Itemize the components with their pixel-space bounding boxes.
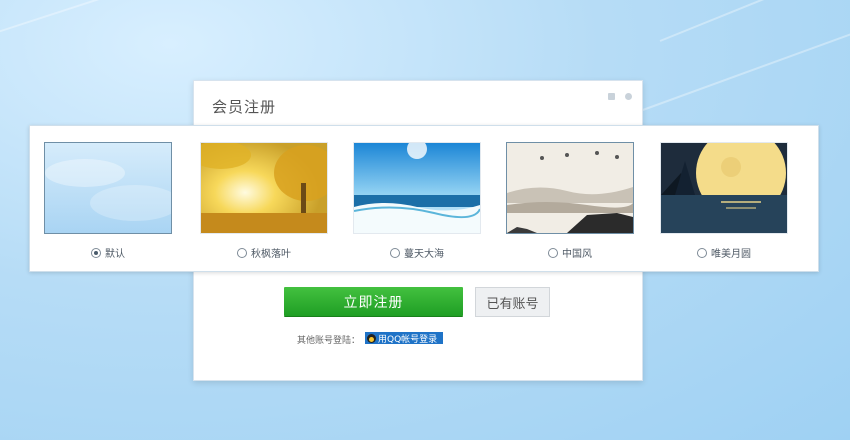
dialog-corner-icons [608,93,632,100]
qq-penguin-icon [367,333,376,343]
skin-thumbnail[interactable] [44,142,172,234]
skin-thumbnail[interactable] [353,142,481,234]
background-streak [0,0,218,42]
background-streak [659,0,828,42]
gear-icon[interactable] [625,93,632,100]
radio-button[interactable] [697,247,707,258]
existing-account-button[interactable]: 已有账号 [475,287,550,317]
skin-label: 秋枫落叶 [251,249,291,260]
skin-option-default[interactable]: 默认 [43,142,173,260]
qq-login-label: 用QQ帐号登录 [378,334,438,345]
radio-button[interactable] [390,247,400,258]
radio-button[interactable] [237,247,247,258]
skin-option-sea[interactable]: 蔓天大海 [352,142,482,260]
radio-button[interactable] [548,247,558,258]
default-sky-image [45,143,171,233]
chinese-style-image [507,143,633,233]
shirt-icon[interactable] [608,93,615,100]
skin-label: 唯美月圆 [711,249,751,260]
dialog-title: 会员注册 [212,98,277,116]
autumn-leaves-image [201,143,327,233]
skin-option-chinese-style[interactable]: 中国风 [505,142,635,260]
skin-thumbnail[interactable] [200,142,328,234]
skin-label: 默认 [105,249,125,260]
full-moon-image [661,143,787,233]
skin-label: 中国风 [562,249,592,260]
skin-selector-panel: 默认 秋枫落叶 蔓天大海 中国风 唯美月圆 [29,125,819,272]
skin-label: 蔓天大海 [404,249,444,260]
other-login-label: 其他账号登陆： [297,336,361,346]
skin-option-autumn[interactable]: 秋枫落叶 [199,142,329,260]
skin-thumbnail[interactable] [506,142,634,234]
register-button[interactable]: 立即注册 [284,287,463,316]
sea-sky-image [354,143,480,233]
qq-login-button[interactable]: 用QQ帐号登录 [365,332,443,345]
skin-thumbnail[interactable] [660,142,788,234]
radio-button[interactable] [91,247,101,258]
skin-option-moon[interactable]: 唯美月圆 [659,142,789,260]
